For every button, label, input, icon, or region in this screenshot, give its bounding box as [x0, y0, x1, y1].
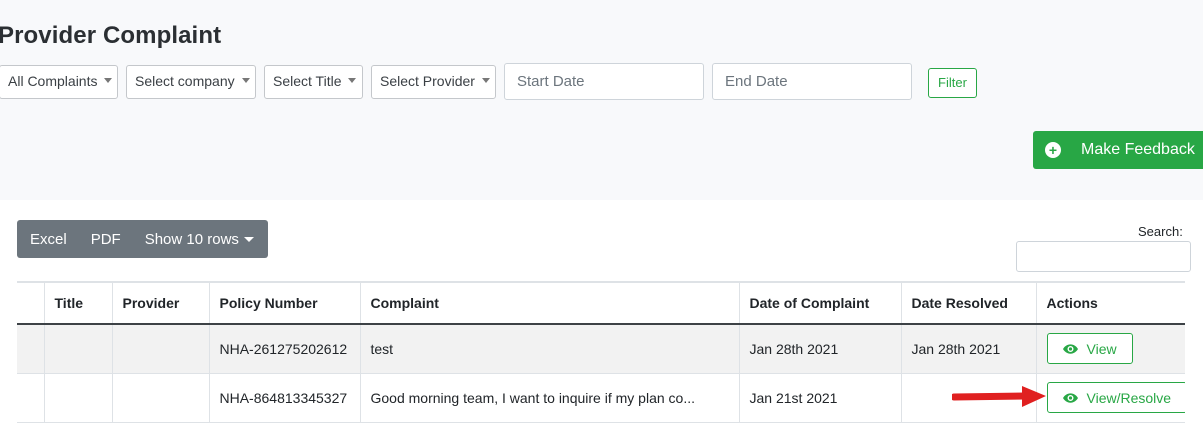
provider-select[interactable]: Select Provider: [371, 65, 496, 99]
show-rows-button[interactable]: Show 10 rows: [145, 231, 254, 248]
caret-down-icon: [481, 78, 490, 83]
view-button[interactable]: View: [1046, 333, 1133, 365]
caret-down-icon: [104, 78, 113, 83]
column-header-policy-number[interactable]: Policy Number: [209, 281, 361, 325]
title-cell: [44, 373, 113, 423]
column-header-provider[interactable]: Provider: [112, 281, 210, 325]
caret-down-icon: [348, 78, 357, 83]
company-select[interactable]: Select company: [126, 65, 256, 99]
complaint-cell: test: [360, 324, 740, 374]
view-resolve-button-label: View/Resolve: [1086, 389, 1172, 406]
eye-icon: [1062, 344, 1078, 354]
show-rows-label: Show 10 rows: [144, 230, 239, 248]
policy-number-cell: NHA-261275202612: [209, 324, 361, 374]
date-of-complaint-cell: Jan 28th 2021: [739, 324, 902, 374]
complaints-select[interactable]: All Complaints: [0, 65, 118, 99]
row-select-cell: [17, 324, 45, 374]
actions-cell: View/Resolve: [1036, 373, 1185, 423]
end-date-input[interactable]: [712, 63, 912, 100]
column-header-actions: Actions: [1036, 281, 1185, 325]
title-cell: [44, 324, 113, 374]
actions-cell: View: [1036, 324, 1185, 374]
view-button-label: View: [1086, 340, 1117, 357]
provider-cell: [112, 324, 210, 374]
search-label: Search:: [1138, 224, 1183, 239]
complaint-cell: Good morning team, I want to inquire if …: [360, 373, 740, 423]
filter-panel: Provider Complaint All Complaints Select…: [0, 0, 1203, 200]
provider-cell: [112, 373, 210, 423]
provider-select-value: Select Provider: [380, 73, 475, 89]
company-select-value: Select company: [135, 73, 235, 89]
make-feedback-label: Make Feedback: [1081, 141, 1195, 158]
plus-circle-icon: +: [1045, 142, 1061, 158]
pdf-button[interactable]: PDF: [91, 231, 121, 248]
make-feedback-button[interactable]: + Make Feedback: [1033, 131, 1203, 169]
title-select-value: Select Title: [273, 73, 342, 89]
eye-icon: [1062, 392, 1078, 403]
column-header-select[interactable]: [17, 281, 45, 325]
excel-button[interactable]: Excel: [30, 231, 67, 248]
row-select-cell: [17, 373, 45, 423]
column-header-complaint[interactable]: Complaint: [360, 281, 740, 325]
red-arrow-icon: [952, 386, 1046, 407]
filter-button[interactable]: Filter: [928, 68, 977, 98]
search-input[interactable]: [1016, 241, 1191, 272]
complaints-select-value: All Complaints: [8, 73, 98, 89]
policy-number-cell: NHA-864813345327: [209, 373, 361, 423]
table-row: NHA-261275202612 test Jan 28th 2021 Jan …: [17, 324, 1185, 374]
view-resolve-button[interactable]: View/Resolve: [1046, 382, 1185, 413]
column-header-date-of-complaint[interactable]: Date of Complaint: [739, 281, 902, 325]
column-header-date-resolved[interactable]: Date Resolved: [901, 281, 1037, 325]
title-select[interactable]: Select Title: [264, 65, 363, 99]
caret-down-icon: [243, 236, 254, 242]
date-of-complaint-cell: Jan 21st 2021: [739, 373, 902, 423]
export-toolbar: Excel PDF Show 10 rows: [17, 220, 268, 258]
column-header-title[interactable]: Title: [44, 281, 113, 325]
caret-down-icon: [241, 78, 250, 83]
start-date-input[interactable]: [504, 63, 704, 100]
table-header-row: Title Provider Policy Number Complaint D…: [17, 281, 1185, 325]
date-resolved-cell: Jan 28th 2021: [901, 324, 1037, 374]
page-title: Provider Complaint: [0, 22, 222, 49]
